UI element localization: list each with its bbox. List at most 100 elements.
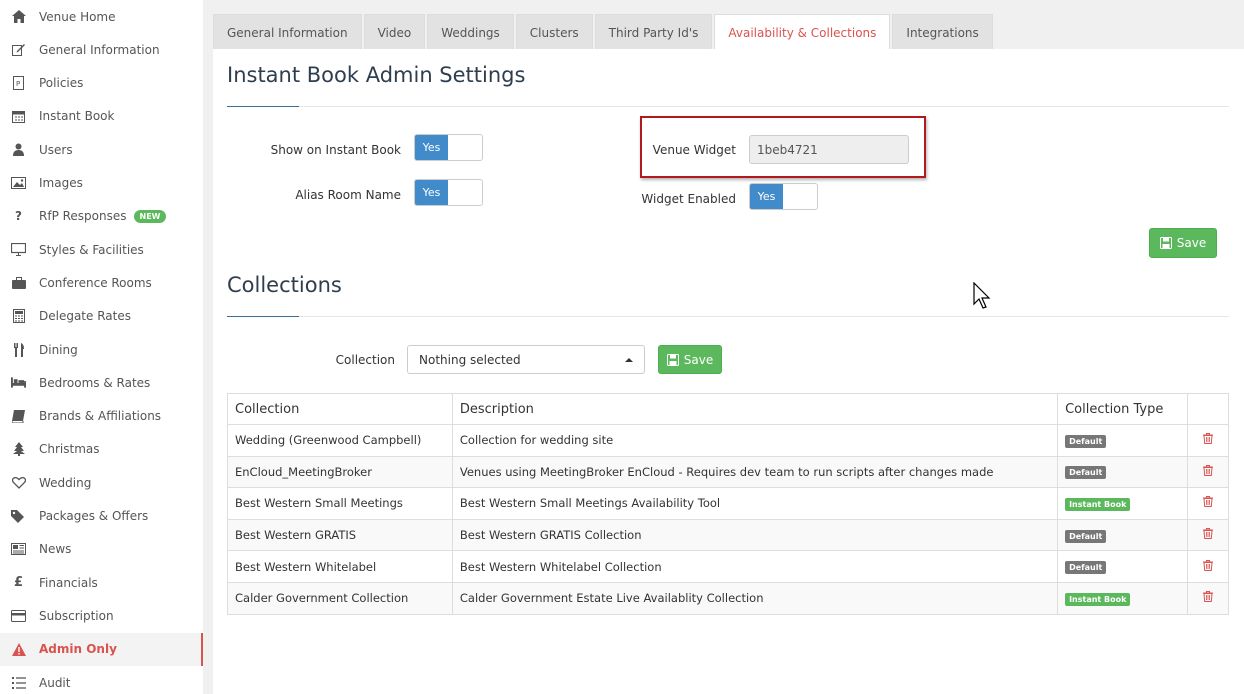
collection-description-cell: Best Western Small Meetings Availability… xyxy=(451,487,1059,520)
sidebar-item-christmas[interactable]: Christmas xyxy=(0,433,203,466)
sidebar-item-policies[interactable]: P Policies xyxy=(0,67,203,100)
sidebar-item-general-information[interactable]: General Information xyxy=(0,33,203,66)
sidebar-item-audit[interactable]: Audit xyxy=(0,666,203,694)
actions-cell xyxy=(1186,424,1230,457)
collection-type-cell: Default xyxy=(1057,518,1188,552)
instant-book-title: Instant Book Admin Settings xyxy=(227,63,526,87)
alias-room-name-toggle[interactable]: Yes xyxy=(414,179,483,206)
table-row: Best Western GRATIS Best Western GRATIS C… xyxy=(227,518,1230,552)
heart-icon xyxy=(11,476,26,490)
tab-weddings[interactable]: Weddings xyxy=(427,14,514,50)
sidebar-item-images[interactable]: Images xyxy=(0,167,203,200)
collection-type-badge: Default xyxy=(1065,561,1107,575)
sidebar-item-wedding[interactable]: Wedding xyxy=(0,466,203,499)
tab-video[interactable]: Video xyxy=(363,14,426,50)
trash-icon[interactable] xyxy=(1202,528,1213,540)
sidebar-item-label: Venue Home xyxy=(39,9,116,24)
sidebar-item-label: Users xyxy=(39,142,73,157)
section-divider xyxy=(227,316,1229,317)
collection-name-cell: EnCloud_MeetingBroker xyxy=(227,455,453,489)
svg-text:P: P xyxy=(16,80,20,88)
collection-description-cell: Calder Government Estate Live Availablit… xyxy=(451,581,1059,615)
actions-cell xyxy=(1186,550,1230,583)
collection-type-badge: Default xyxy=(1065,529,1107,543)
venue-widget-label: Venue Widget xyxy=(652,143,736,157)
tab-third-party-id-s[interactable]: Third Party Id's xyxy=(594,14,713,50)
sidebar-item-dining[interactable]: Dining xyxy=(0,333,203,366)
collection-save-button[interactable]: Save xyxy=(658,345,722,374)
home-icon xyxy=(11,10,26,24)
widget-enabled-toggle[interactable]: Yes xyxy=(749,183,818,210)
sidebar-item-styles-facilities[interactable]: Styles & Facilities xyxy=(0,233,203,266)
table-row: Calder Government Collection Calder Gover… xyxy=(227,581,1230,615)
sidebar-item-subscription[interactable]: Subscription xyxy=(0,599,203,632)
collection-label: Collection xyxy=(335,353,395,367)
collection-name-cell: Wedding (Greenwood Campbell) xyxy=(227,424,453,457)
warning-icon xyxy=(11,642,26,656)
table-row: Wedding (Greenwood Campbell) Collection f… xyxy=(227,424,1230,457)
save-button-label: Save xyxy=(683,352,714,367)
collection-name-cell: Calder Government Collection xyxy=(227,581,453,615)
sidebar-item-financials[interactable]: £ Financials xyxy=(0,566,203,599)
sidebar-item-venue-home[interactable]: Venue Home xyxy=(0,0,203,33)
trash-icon[interactable] xyxy=(1202,464,1213,476)
collection-type-badge: Default xyxy=(1065,434,1107,448)
sidebar-item-admin-only[interactable]: Admin Only xyxy=(0,632,203,666)
collection-type-cell: Default xyxy=(1057,550,1188,583)
collection-select-value: Nothing selected xyxy=(419,352,521,367)
sidebar-item-instant-book[interactable]: Instant Book xyxy=(0,100,203,133)
toggle-on-label: Yes xyxy=(415,180,448,205)
collection-select[interactable]: Nothing selected xyxy=(407,345,645,374)
collection-type-badge: Default xyxy=(1065,466,1107,480)
section-divider xyxy=(227,106,1229,107)
edit-icon xyxy=(11,43,26,57)
collection-type-badge: Instant Book xyxy=(1065,592,1131,606)
picture-icon xyxy=(11,176,26,190)
trash-icon[interactable] xyxy=(1202,559,1213,571)
instant-book-save-button[interactable]: Save xyxy=(1149,228,1217,258)
tree-icon xyxy=(11,442,26,457)
collection-type-cell: Instant Book xyxy=(1057,581,1188,615)
show-on-instant-book-label: Show on Instant Book xyxy=(270,143,401,157)
trash-icon[interactable] xyxy=(1202,433,1213,445)
widget-enabled-label: Widget Enabled xyxy=(641,192,736,206)
collections-table: Collection Description Collection Type W… xyxy=(227,393,1230,615)
sidebar-item-label: Audit xyxy=(39,675,71,690)
sidebar-item-delegate-rates[interactable]: Delegate Rates xyxy=(0,300,203,333)
sidebar-item-packages-offers[interactable]: Packages & Offers xyxy=(0,500,203,533)
floppy-disk-icon xyxy=(1159,237,1172,249)
sidebar-item-users[interactable]: Users xyxy=(0,133,203,166)
tags-icon xyxy=(11,509,26,523)
sidebar-item-conference-rooms[interactable]: Conference Rooms xyxy=(0,266,203,299)
sidebar-item-rfp-responses[interactable]: ? RfP Responses NEW xyxy=(0,200,203,233)
column-header-collection-type: Collection Type xyxy=(1057,393,1188,425)
sidebar-item-label: Instant Book xyxy=(39,109,115,124)
sidebar-item-news[interactable]: News xyxy=(0,533,203,566)
actions-cell xyxy=(1186,581,1230,615)
sidebar-item-bedrooms-rates[interactable]: Bedrooms & Rates xyxy=(0,366,203,399)
actions-cell xyxy=(1186,487,1230,520)
actions-cell xyxy=(1186,518,1230,552)
sidebar-item-label: Dining xyxy=(39,342,78,357)
table-row: Best Western Small Meetings Best Western … xyxy=(227,487,1230,520)
venue-widget-input[interactable]: 1beb4721 xyxy=(749,135,909,164)
column-header-actions xyxy=(1186,393,1230,425)
collection-name-cell: Best Western Whitelabel xyxy=(227,550,453,583)
sidebar-item-label: Wedding xyxy=(39,475,92,490)
collections-title: Collections xyxy=(227,273,342,297)
sidebar-item-label: Subscription xyxy=(39,608,114,623)
alias-room-name-label: Alias Room Name xyxy=(295,188,401,202)
sidebar-item-label: Admin Only xyxy=(39,642,117,657)
calculator-icon xyxy=(11,309,26,324)
tab-availability-collections[interactable]: Availability & Collections xyxy=(714,14,891,50)
sidebar: Venue Home General Information P Policies In… xyxy=(0,0,203,694)
collection-name-cell: Best Western GRATIS xyxy=(227,518,453,552)
policy-document-icon: P xyxy=(11,76,26,91)
tab-clusters[interactable]: Clusters xyxy=(515,14,593,50)
tab-integrations[interactable]: Integrations xyxy=(892,14,993,50)
trash-icon[interactable] xyxy=(1202,496,1213,508)
show-on-instant-book-toggle[interactable]: Yes xyxy=(414,134,483,161)
trash-icon[interactable] xyxy=(1202,591,1213,603)
sidebar-item-brands-affiliations[interactable]: Brands & Affiliations xyxy=(0,400,203,433)
tab-general-information[interactable]: General Information xyxy=(213,14,362,50)
